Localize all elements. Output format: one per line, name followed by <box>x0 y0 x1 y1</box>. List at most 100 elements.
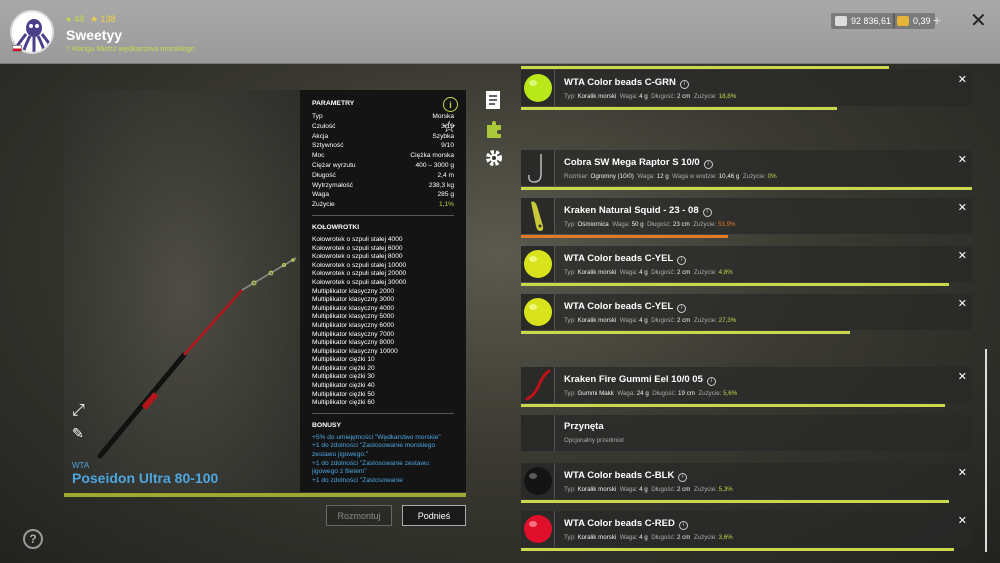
param-value: 238,3 kg <box>428 181 454 189</box>
equipment-slot[interactable]: Przynęta Opcjonalny przedmiot <box>521 415 972 451</box>
expand-icon[interactable]: ⤢ <box>72 402 90 420</box>
document-icon[interactable] <box>484 90 504 110</box>
params-title: PARAMETRY <box>312 100 355 107</box>
reel-item: Multiplikator ciężki 40 <box>312 382 375 390</box>
wear-bar <box>521 404 945 407</box>
add-currency-button[interactable]: + <box>933 12 941 28</box>
slot-title: Kraken Natural Squid - 23 - 08 i <box>564 205 712 217</box>
param-label: Czułość <box>312 122 336 130</box>
info-icon[interactable]: i <box>706 377 716 386</box>
silver-icon <box>835 16 847 26</box>
param-row: Ciężar wyrzutu 400 – 3000 g <box>312 161 454 171</box>
param-label: Długość <box>312 171 336 179</box>
equipment-slot[interactable]: Kraken Natural Squid - 23 - 08 i Typ: Ośmi… <box>521 198 972 238</box>
equipment-slot[interactable]: Kraken Fire Gummi Eel 10/0 05 i Typ: Gummi… <box>521 367 972 407</box>
info-icon[interactable]: i <box>703 160 713 169</box>
slot-title: WTA Color beads C-RED i <box>564 518 688 530</box>
bonus-item: +1 do zdolności "Zastosowanie <box>312 476 403 484</box>
pencil-icon[interactable]: ✎ <box>72 425 90 443</box>
reel-item: Multiplikator ciężki 10 <box>312 356 375 364</box>
fishing-rod-icon <box>97 257 297 459</box>
info-icon[interactable]: i <box>679 80 689 89</box>
reel-item: Multiplikator ciężki 20 <box>312 364 375 372</box>
slot-meta: Rozmiar: Ogromny (10/0) Waga: 12 g Waga … <box>564 173 777 180</box>
equipment-slot[interactable]: WTA Color beads C-YEL i Typ: Koralik morsk… <box>521 246 972 286</box>
slot-subtitle: Opcjonalny przedmiot <box>564 437 624 444</box>
slot-meta: Typ: Koralik morski Waga: 4 g Długość: 2… <box>564 317 737 324</box>
wear-bar <box>521 331 850 334</box>
wear-bar <box>521 500 949 503</box>
param-row: Sztywność 9/10 <box>312 141 454 151</box>
info-icon[interactable]: i <box>677 304 687 313</box>
remove-icon[interactable]: ✕ <box>958 249 967 262</box>
info-icon[interactable]: i <box>702 208 712 217</box>
slot-meta: Typ: Ośmiornica Waga: 50 g Długość: 23 c… <box>564 221 736 228</box>
reel-item: Kołowrotek o szpuli stałej 4000 <box>312 235 403 243</box>
parameters-panel: PARAMETRY Typ Morska Czułość 3/10 Akcja Szybk… <box>300 90 466 492</box>
remove-icon[interactable]: ✕ <box>958 466 967 479</box>
item-preview <box>64 90 300 492</box>
wear-bar <box>521 548 954 551</box>
param-label: Sztywność <box>312 142 344 150</box>
equipment-slot[interactable]: WTA Color beads C-BLK i Typ: Koralik morsk… <box>521 463 972 503</box>
item-wear-bar <box>64 493 466 497</box>
param-label: Wytrzymałość <box>312 181 353 189</box>
remove-icon[interactable]: ✕ <box>958 297 967 310</box>
slot-meta: Typ: Koralik morski Waga: 4 g Długość: 2… <box>564 486 733 493</box>
wear-bar <box>521 235 728 238</box>
param-row: Czułość 3/10 <box>312 122 454 132</box>
empty-slot-icon <box>521 415 555 451</box>
puzzle-icon[interactable] <box>484 119 504 139</box>
wear-bar <box>521 283 949 286</box>
help-icon[interactable]: ? <box>23 529 43 549</box>
silver-balance: 92 836,61 <box>831 13 896 29</box>
stars-badge: ★ 138 <box>89 14 116 24</box>
reel-item: Multiplikator klasyczny 2000 <box>312 287 395 295</box>
param-label: Moc <box>312 152 325 160</box>
reel-item: Multiplikator ciężki 30 <box>312 373 375 381</box>
pick-up-button[interactable]: Podnieś <box>402 505 466 526</box>
remove-icon[interactable]: ✕ <box>958 201 967 214</box>
info-icon[interactable]: i <box>677 256 687 265</box>
item-brand: WTA <box>72 461 90 470</box>
reel-item: Kołowrotek o szpuli stałej 10000 <box>312 261 407 269</box>
close-button[interactable]: ✕ <box>970 8 987 33</box>
info-icon[interactable]: i <box>678 521 688 530</box>
red-bead-icon <box>521 511 555 547</box>
info-icon[interactable]: i <box>678 473 688 482</box>
yellow-bead-icon <box>521 294 555 330</box>
green-bead-icon <box>521 70 555 106</box>
scrollbar[interactable] <box>985 349 987 552</box>
equipment-slot[interactable]: WTA Color beads C-RED i Typ: Koralik morsk… <box>521 511 972 551</box>
divider <box>312 214 454 216</box>
player-rank: 7 Ranga Mistrz wędkarstwa morskiego <box>66 44 195 53</box>
reel-item: Multiplikator klasyczny 10000 <box>312 347 398 355</box>
disassemble-button[interactable]: Rozmontuj <box>326 505 392 526</box>
equipment-slot[interactable]: WTA Color beads C-GRN i Typ: Koralik morsk… <box>521 70 972 110</box>
equipment-slot[interactable]: WTA Color beads C-YEL i Typ: Koralik morsk… <box>521 294 972 334</box>
black-bead-icon <box>521 463 555 499</box>
param-label: Zużycie <box>312 201 335 209</box>
slot-meta: Typ: Koralik morski Waga: 4 g Długość: 2… <box>564 534 733 541</box>
gear-icon[interactable] <box>484 148 504 168</box>
reel-item: Multiplikator ciężki 50 <box>312 390 375 398</box>
reel-item: Kołowrotek o szpuli stałej 20000 <box>312 270 407 278</box>
remove-icon[interactable]: ✕ <box>958 514 967 527</box>
param-row: Waga 285 g <box>312 190 454 200</box>
remove-icon[interactable]: ✕ <box>958 73 967 86</box>
param-value: 2,4 m <box>437 171 455 179</box>
equipment-slot[interactable]: Cobra SW Mega Raptor S 10/0 i Rozmiar: Ogr… <box>521 150 972 190</box>
bonus-item: +1 do zdolności "Zastosowanie zestawu ji… <box>312 459 429 476</box>
remove-icon[interactable]: ✕ <box>958 153 967 166</box>
info-icon[interactable]: i <box>443 97 458 112</box>
hook-icon <box>521 150 555 186</box>
slot-title: WTA Color beads C-YEL i <box>564 301 687 313</box>
param-row: Typ Morska <box>312 112 454 122</box>
wear-bar <box>521 107 837 110</box>
param-value: 400 – 3000 g <box>415 161 454 169</box>
favorite-star-icon[interactable]: ☆ <box>442 117 456 137</box>
param-row: Moc Ciężka morska <box>312 151 454 161</box>
slot-title: WTA Color beads C-BLK i <box>564 470 688 482</box>
param-label: Waga <box>312 191 329 199</box>
remove-icon[interactable]: ✕ <box>958 370 967 383</box>
